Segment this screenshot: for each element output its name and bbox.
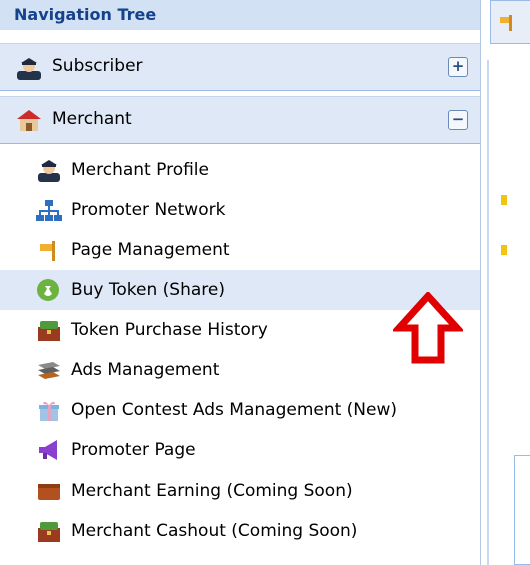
nav-item-label: Merchant Profile — [71, 160, 209, 180]
gift-box-icon — [35, 397, 63, 423]
user-icon — [35, 157, 63, 183]
nav-item-label: Promoter Network — [71, 200, 226, 220]
panel-title: Navigation Tree — [0, 0, 480, 30]
money-chest-icon — [35, 317, 63, 343]
section-merchant[interactable]: Merchant − — [0, 96, 480, 144]
content-marker — [501, 245, 507, 255]
nav-item-label: Buy Token (Share) — [71, 280, 225, 300]
nav-item-label: Promoter Page — [71, 440, 196, 460]
expand-button[interactable]: + — [448, 57, 468, 77]
nav-item-label: Merchant Earning (Coming Soon) — [71, 481, 353, 501]
nav-item-merchant-profile[interactable]: Merchant Profile — [0, 150, 480, 190]
nav-item-page-management[interactable]: Page Management — [0, 230, 480, 270]
content-divider — [487, 60, 489, 565]
nav-item-label: Open Contest Ads Management (New) — [71, 400, 398, 420]
content-tab[interactable] — [490, 0, 530, 44]
collapse-button[interactable]: − — [448, 110, 468, 130]
content-box — [514, 455, 530, 565]
section-subscriber-label: Subscriber — [52, 56, 143, 76]
flag-icon — [35, 237, 63, 263]
nav-item-merchant-cashout[interactable]: Merchant Cashout (Coming Soon) — [0, 511, 480, 551]
newspaper-stack-icon — [35, 357, 63, 383]
section-subscriber[interactable]: Subscriber + — [0, 43, 480, 91]
nav-item-label: Token Purchase History — [71, 320, 268, 340]
shop-icon — [14, 107, 44, 133]
network-icon — [35, 197, 63, 223]
money-bag-icon — [35, 277, 63, 303]
nav-item-open-contest-ads[interactable]: Open Contest Ads Management (New) — [0, 390, 480, 430]
nav-item-label: Page Management — [71, 240, 230, 260]
wallet-icon — [35, 478, 63, 504]
nav-item-label: Ads Management — [71, 360, 220, 380]
nav-item-promoter-page[interactable]: Promoter Page — [0, 430, 480, 470]
nav-item-merchant-earning[interactable]: Merchant Earning (Coming Soon) — [0, 471, 480, 511]
content-marker — [501, 195, 507, 205]
megaphone-icon — [35, 437, 63, 463]
nav-item-label: Merchant Cashout (Coming Soon) — [71, 521, 358, 541]
user-icon — [14, 54, 44, 80]
annotation-arrow-icon — [391, 290, 465, 368]
section-merchant-label: Merchant — [52, 109, 132, 129]
money-chest-icon — [35, 518, 63, 544]
navigation-tree-panel: Navigation Tree Subscriber + Merchant − — [0, 0, 481, 565]
nav-item-promoter-network[interactable]: Promoter Network — [0, 190, 480, 230]
flag-icon — [497, 13, 517, 37]
